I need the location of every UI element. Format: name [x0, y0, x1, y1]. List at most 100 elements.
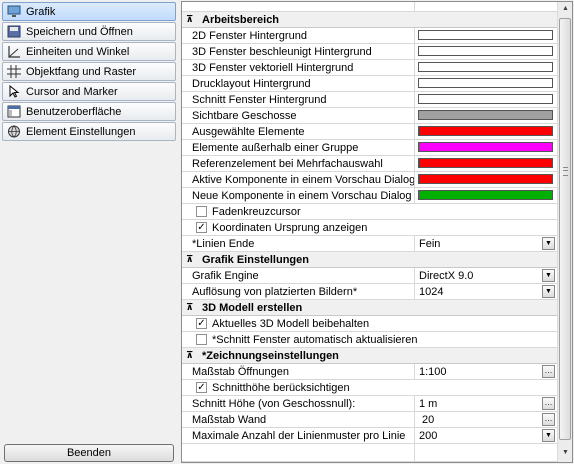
- color-swatch[interactable]: [418, 62, 553, 72]
- property-label: Schnitt Fenster Hintergrund: [192, 94, 327, 106]
- aufloesung-select[interactable]: 1024: [419, 286, 443, 298]
- scrollbar-thumb[interactable]: [559, 18, 571, 440]
- property-label: Maßstab Wand: [192, 414, 267, 426]
- color-swatch[interactable]: [418, 158, 553, 168]
- checkbox[interactable]: ✓: [196, 318, 207, 329]
- nav-item-label: Objektfang und Raster: [26, 66, 137, 78]
- linienmuster-select[interactable]: 200: [419, 430, 437, 442]
- checkbox[interactable]: [196, 206, 207, 217]
- nav-item-label: Cursor and Marker: [26, 86, 118, 98]
- dropdown-arrow-icon[interactable]: ▼: [542, 237, 555, 250]
- color-swatch[interactable]: [418, 30, 553, 40]
- property-label: Ausgewählte Elemente: [192, 126, 305, 138]
- checkbox[interactable]: [196, 334, 207, 345]
- exit-button[interactable]: Beenden: [4, 444, 174, 462]
- grid-icon: [7, 65, 21, 78]
- nav-item-element-einstellungen[interactable]: Element Einstellungen: [2, 122, 176, 141]
- checkbox[interactable]: ✓: [196, 222, 207, 233]
- color-swatch[interactable]: [418, 110, 553, 120]
- options-category-panel: Grafik Speichern und Öffnen Einheiten un…: [0, 0, 178, 464]
- globe-icon: [8, 125, 20, 138]
- color-swatch[interactable]: [418, 190, 553, 200]
- section-3d-modell[interactable]: ⊼ 3D Modell erstellen: [182, 300, 557, 316]
- color-swatch[interactable]: [418, 142, 553, 152]
- angle-icon: [8, 46, 20, 58]
- property-row: Sichtbare Geschosse: [182, 108, 557, 124]
- nav-item-label: Benutzeroberfläche: [26, 106, 122, 118]
- massstab-wand-value[interactable]: 20: [422, 414, 434, 426]
- property-row: Maximale Anzahl der Linienmuster pro Lin…: [182, 428, 557, 444]
- checkbox-row: Fadenkreuzcursor: [182, 204, 557, 220]
- checkbox-label: Fadenkreuzcursor: [212, 206, 301, 218]
- property-row: Referenzelement bei Mehrfachauswahl: [182, 156, 557, 172]
- ellipsis-button[interactable]: …: [542, 413, 555, 426]
- property-label: Schnitt Höhe (von Geschossnull):: [192, 398, 356, 410]
- property-row: Auflösung von platzierten Bildern* 1024 …: [182, 284, 557, 300]
- color-swatch[interactable]: [418, 174, 553, 184]
- property-label: Neue Komponente in einem Vorschau Dialog: [192, 190, 412, 202]
- linien-ende-select[interactable]: Fein: [419, 238, 440, 250]
- section-arbeitsbereich[interactable]: ⊼ Arbeitsbereich: [182, 12, 557, 28]
- property-row: 3D Fenster beschleunigt Hintergrund: [182, 44, 557, 60]
- vertical-scrollbar[interactable]: ▲ ▼: [557, 2, 572, 462]
- scroll-up-icon[interactable]: ▲: [559, 2, 572, 16]
- grip-icon: [563, 167, 568, 176]
- property-label: Grafik Engine: [192, 270, 259, 282]
- floppy-disk-icon: [7, 25, 21, 38]
- nav-item-grafik[interactable]: Grafik: [2, 2, 176, 21]
- collapse-icon[interactable]: ⊼: [186, 302, 193, 313]
- property-row: Ausgewählte Elemente: [182, 124, 557, 140]
- dropdown-arrow-icon[interactable]: ▼: [542, 269, 555, 282]
- checkbox[interactable]: ✓: [196, 382, 207, 393]
- property-row: Schnitt Fenster Hintergrund: [182, 92, 557, 108]
- property-row: 2D Fenster Hintergrund: [182, 28, 557, 44]
- nav-item-label: Speichern und Öffnen: [26, 26, 133, 38]
- color-swatch[interactable]: [418, 78, 553, 88]
- nav-item-cursor[interactable]: Cursor and Marker: [2, 82, 176, 101]
- checkbox-row: *Schnitt Fenster automatisch aktualisier…: [182, 332, 557, 348]
- ellipsis-button[interactable]: …: [542, 365, 555, 378]
- collapse-icon[interactable]: ⊼: [186, 254, 193, 265]
- nav-item-label: Grafik: [26, 6, 56, 18]
- nav-item-benutzeroberflaeche[interactable]: Benutzeroberfläche: [2, 102, 176, 121]
- massstab-oeffnungen-value[interactable]: 1:100: [419, 366, 447, 378]
- nav-item-label: Element Einstellungen: [26, 126, 136, 138]
- section-title: 3D Modell erstellen: [202, 302, 303, 314]
- property-label: Drucklayout Hintergrund: [192, 78, 311, 90]
- color-swatch[interactable]: [418, 126, 553, 136]
- collapse-icon[interactable]: ⊼: [186, 350, 193, 361]
- property-label: Auflösung von platzierten Bildern*: [192, 286, 358, 298]
- dropdown-arrow-icon[interactable]: ▼: [542, 429, 555, 442]
- checkbox-label: Koordinaten Ursprung anzeigen: [212, 222, 368, 234]
- color-swatch[interactable]: [418, 94, 553, 104]
- property-label: Elemente außerhalb einer Gruppe: [192, 142, 359, 154]
- cursor-icon: [9, 85, 20, 98]
- property-label: 3D Fenster beschleunigt Hintergrund: [192, 46, 372, 58]
- property-row: Maßstab Öffnungen 1:100 …: [182, 364, 557, 380]
- property-row: *Linien Ende Fein ▼: [182, 236, 557, 252]
- nav-item-einheiten[interactable]: Einheiten und Winkel: [2, 42, 176, 61]
- collapse-icon[interactable]: ⊼: [186, 14, 193, 25]
- color-swatch[interactable]: [418, 46, 553, 56]
- ellipsis-button[interactable]: …: [542, 397, 555, 410]
- property-row: Aktive Komponente in einem Vorschau Dial…: [182, 172, 557, 188]
- checkbox-row: ✓ Koordinaten Ursprung anzeigen: [182, 220, 557, 236]
- nav-item-speichern[interactable]: Speichern und Öffnen: [2, 22, 176, 41]
- checkbox-label: Aktuelles 3D Modell beibehalten: [212, 318, 370, 330]
- property-row: Neue Komponente in einem Vorschau Dialog: [182, 188, 557, 204]
- scroll-down-icon[interactable]: ▼: [559, 446, 572, 460]
- grafik-engine-select[interactable]: DirectX 9.0: [419, 270, 473, 282]
- section-grafik-einstellungen[interactable]: ⊼ Grafik Einstellungen: [182, 252, 557, 268]
- window-icon: [7, 105, 21, 118]
- property-row: 3D Fenster vektoriell Hintergrund: [182, 60, 557, 76]
- schnitt-hoehe-value[interactable]: 1 m: [419, 398, 437, 410]
- section-zeichnungseinstellungen[interactable]: ⊼ *Zeichnungseinstellungen: [182, 348, 557, 364]
- dropdown-arrow-icon[interactable]: ▼: [542, 285, 555, 298]
- property-label: 2D Fenster Hintergrund: [192, 30, 307, 42]
- monitor-icon: [7, 5, 21, 17]
- property-label: *Linien Ende: [192, 238, 255, 250]
- nav-item-objektfang[interactable]: Objektfang und Raster: [2, 62, 176, 81]
- property-row: Drucklayout Hintergrund: [182, 76, 557, 92]
- property-label: Sichtbare Geschosse: [192, 110, 297, 122]
- checkbox-row: ✓ Schnitthöhe berücksichtigen: [182, 380, 557, 396]
